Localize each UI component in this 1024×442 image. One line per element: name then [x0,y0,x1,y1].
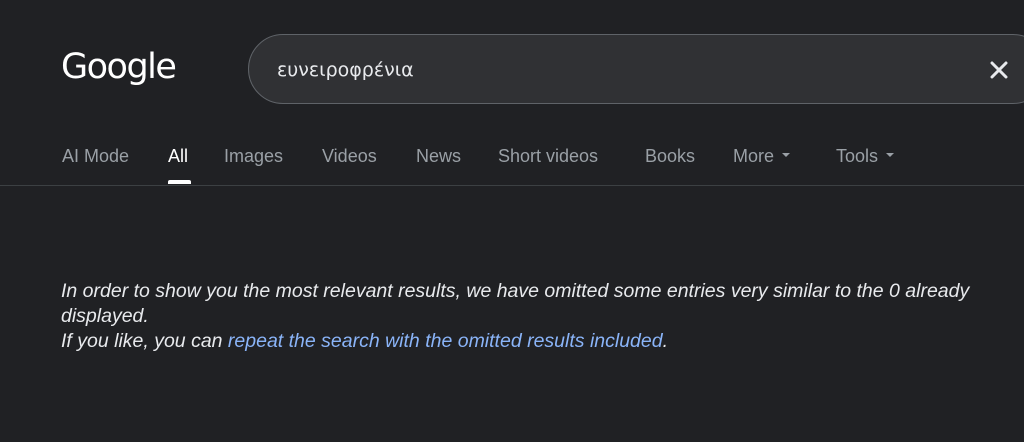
notice-line-2: If you like, you can repeat the search w… [61,329,981,354]
tab-more[interactable]: More [733,145,791,167]
tab-news[interactable]: News [416,145,461,167]
tab-ai-mode[interactable]: AI Mode [62,145,129,167]
notice-prefix: If you like, you can [61,330,228,352]
tab-tools[interactable]: Tools [836,145,895,167]
tab-books[interactable]: Books [645,145,695,167]
tab-more-label: More [733,146,775,166]
search-box[interactable] [248,34,1024,105]
search-tabs: AI Mode All Images Videos News Short vid… [0,130,1024,185]
notice-line-1: In order to show you the most relevant r… [61,280,970,327]
tab-all[interactable]: All [168,145,188,167]
omitted-results-notice: In order to show you the most relevant r… [61,279,981,354]
clear-search-button[interactable] [985,56,1013,84]
notice-suffix: . [662,330,668,352]
search-input[interactable] [277,35,957,105]
chevron-down-icon [886,153,895,158]
close-icon [990,61,1008,79]
active-tab-indicator [168,180,191,184]
tab-images[interactable]: Images [224,145,283,167]
tab-tools-label: Tools [836,146,879,166]
header-divider [0,185,1024,186]
chevron-down-icon [782,153,791,158]
tab-videos[interactable]: Videos [322,145,377,167]
repeat-search-link[interactable]: repeat the search with the omitted resul… [228,330,663,352]
tab-short-videos[interactable]: Short videos [498,145,598,167]
search-results-page: Google AI Mode All Images Videos News Sh… [0,0,1024,442]
google-logo[interactable]: Google [61,44,177,90]
